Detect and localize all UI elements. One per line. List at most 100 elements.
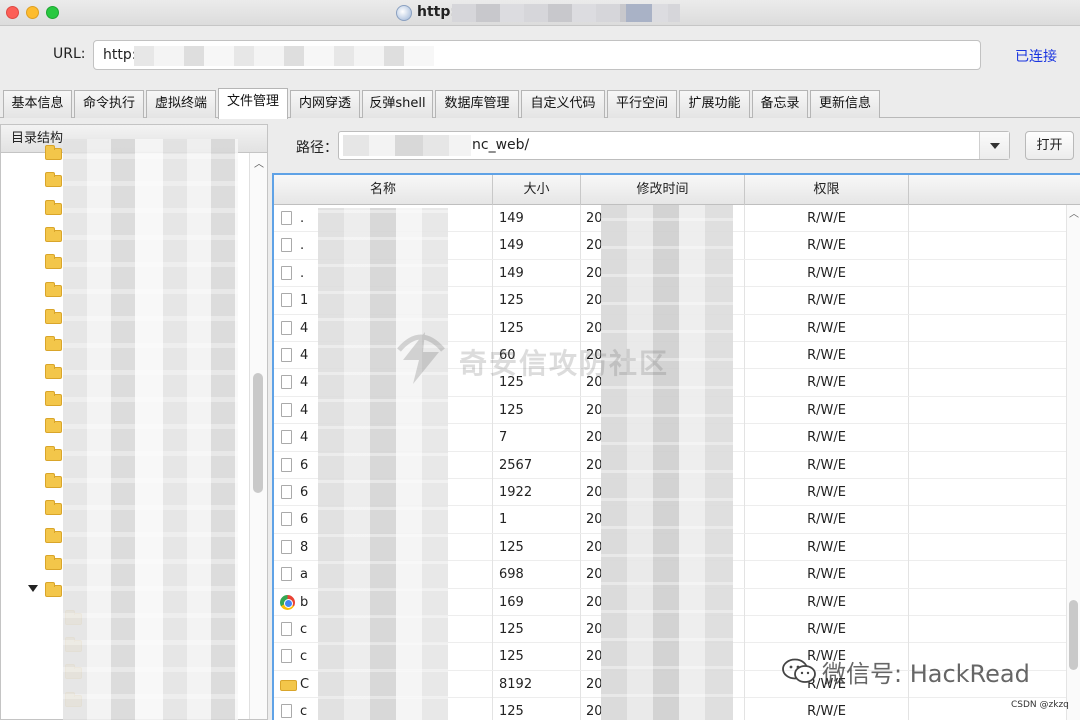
file-permission-cell: R/W/E <box>745 533 909 561</box>
folder-icon[interactable] <box>45 500 62 515</box>
table-scroll-thumb[interactable] <box>1069 600 1078 670</box>
empty-cell <box>909 561 1066 588</box>
folder-icon[interactable] <box>45 446 62 461</box>
chevron-down-icon <box>990 143 1000 149</box>
folder-icon[interactable] <box>45 200 62 215</box>
empty-cell <box>909 452 1066 479</box>
file-table[interactable]: 名称 大小 修改时间 权限 . 149 20 R/W/E. 149 20 R/W/E. 149… <box>272 173 1080 720</box>
folder-icon[interactable] <box>45 473 62 488</box>
file-size-cell: 7 <box>493 424 581 452</box>
file-size-cell: 149 <box>493 205 581 232</box>
file-size-cell: 125 <box>493 616 581 643</box>
zoom-window-button[interactable] <box>46 6 59 19</box>
empty-cell <box>909 424 1066 451</box>
app-icon <box>396 5 412 21</box>
file-permission-cell: R/W/E <box>745 314 909 342</box>
directory-tree[interactable]: 目录结构 ︿ <box>0 124 268 720</box>
tab-reverse-shell[interactable]: 反弹shell <box>362 90 433 118</box>
folder-icon[interactable] <box>45 227 62 242</box>
folder-icon[interactable] <box>45 145 62 160</box>
file-permission-cell: R/W/E <box>745 287 909 315</box>
empty-cell <box>909 534 1066 561</box>
watermark-center: 奇安信攻防社区 <box>395 330 695 390</box>
tab-file-manager[interactable]: 文件管理 <box>218 88 288 119</box>
path-value: nc_web/ <box>472 137 530 153</box>
file-size-cell: 1 <box>493 506 581 534</box>
folder-icon[interactable] <box>45 364 62 379</box>
file-permission-cell: R/W/E <box>745 698 909 720</box>
open-button[interactable]: 打开 <box>1025 131 1074 160</box>
folder-icon[interactable] <box>45 582 62 597</box>
column-header-size[interactable]: 大小 <box>493 175 581 205</box>
empty-cell <box>909 369 1066 396</box>
empty-cell <box>909 616 1066 643</box>
tab-intranet-tunnel[interactable]: 内网穿透 <box>290 90 360 118</box>
tab-memo[interactable]: 备忘录 <box>752 90 808 118</box>
url-field[interactable]: http:/ <box>93 40 981 70</box>
path-dropdown-button[interactable] <box>979 132 1009 159</box>
tab-parallel-space[interactable]: 平行空间 <box>607 90 677 118</box>
folder-icon[interactable] <box>45 254 62 269</box>
close-window-button[interactable] <box>6 6 19 19</box>
tab-bar: 基本信息 命令执行 虚拟终端 文件管理 内网穿透 反弹shell 数据库管理 自… <box>0 88 1080 119</box>
folder-icon[interactable] <box>45 555 62 570</box>
folder-icon[interactable] <box>45 309 62 324</box>
empty-cell <box>909 589 1066 616</box>
watermark-logo-icon <box>397 332 445 384</box>
tab-extensions[interactable]: 扩展功能 <box>679 90 750 118</box>
tree-scroll-thumb[interactable] <box>253 373 263 493</box>
file-permission-cell: R/W/E <box>745 369 909 397</box>
folder-icon[interactable] <box>45 172 62 187</box>
scroll-up-icon[interactable]: ︿ <box>254 155 264 170</box>
path-label: 路径： <box>296 140 338 156</box>
file-size-cell: 125 <box>493 643 581 671</box>
tab-virtual-terminal[interactable]: 虚拟终端 <box>146 90 216 118</box>
folder-icon[interactable] <box>45 418 62 433</box>
wechat-icon <box>782 658 816 683</box>
empty-cell <box>909 342 1066 369</box>
folder-icon[interactable] <box>45 336 62 351</box>
redacted-modified-times <box>601 205 733 720</box>
folder-icon[interactable] <box>45 391 62 406</box>
connection-status: 已连接 <box>1015 49 1057 65</box>
empty-cell <box>909 315 1066 342</box>
file-permission-cell: R/W/E <box>745 259 909 287</box>
file-permission-cell: R/W/E <box>745 451 909 479</box>
table-scrollbar[interactable]: ︿ <box>1066 205 1080 720</box>
path-combobox[interactable]: nc_web/ <box>338 131 1010 160</box>
folder-icon[interactable] <box>45 528 62 543</box>
tree-scrollbar[interactable]: ︿ <box>249 153 267 719</box>
tab-update-info[interactable]: 更新信息 <box>810 90 880 118</box>
column-header-modified[interactable]: 修改时间 <box>581 175 745 205</box>
file-size-cell: 8192 <box>493 670 581 698</box>
file-size-cell: 125 <box>493 396 581 424</box>
file-permission-cell: R/W/E <box>745 588 909 616</box>
file-size-cell: 125 <box>493 287 581 315</box>
empty-cell <box>909 479 1066 506</box>
empty-cell <box>909 506 1066 533</box>
scroll-up-icon[interactable]: ︿ <box>1069 205 1079 220</box>
tab-custom-code[interactable]: 自定义代码 <box>521 90 605 118</box>
file-permission-cell: R/W/E <box>745 424 909 452</box>
watermark-csdn: CSDN @zkzq <box>1011 700 1069 710</box>
url-label: URL: <box>53 46 86 62</box>
minimize-window-button[interactable] <box>26 6 39 19</box>
file-permission-cell: R/W/E <box>745 479 909 506</box>
redacted-path <box>343 135 471 156</box>
file-permission-cell: R/W/E <box>745 232 909 260</box>
watermark-center-text: 奇安信攻防社区 <box>459 347 670 380</box>
column-header-name[interactable]: 名称 <box>274 175 493 205</box>
table-header: 名称 大小 修改时间 权限 <box>274 175 1080 205</box>
expand-triangle-icon[interactable] <box>28 585 38 592</box>
redacted-tree-labels <box>63 139 238 720</box>
tab-database-manager[interactable]: 数据库管理 <box>435 90 519 118</box>
redacted-title-block <box>626 4 652 22</box>
tab-basic-info[interactable]: 基本信息 <box>3 90 72 118</box>
tab-command-exec[interactable]: 命令执行 <box>74 90 144 118</box>
file-size-cell: 125 <box>493 533 581 561</box>
file-size-cell: 125 <box>493 698 581 720</box>
column-header-permission[interactable]: 权限 <box>745 175 909 205</box>
file-size-cell: 169 <box>493 588 581 616</box>
folder-icon[interactable] <box>45 282 62 297</box>
file-size-cell: 149 <box>493 232 581 260</box>
